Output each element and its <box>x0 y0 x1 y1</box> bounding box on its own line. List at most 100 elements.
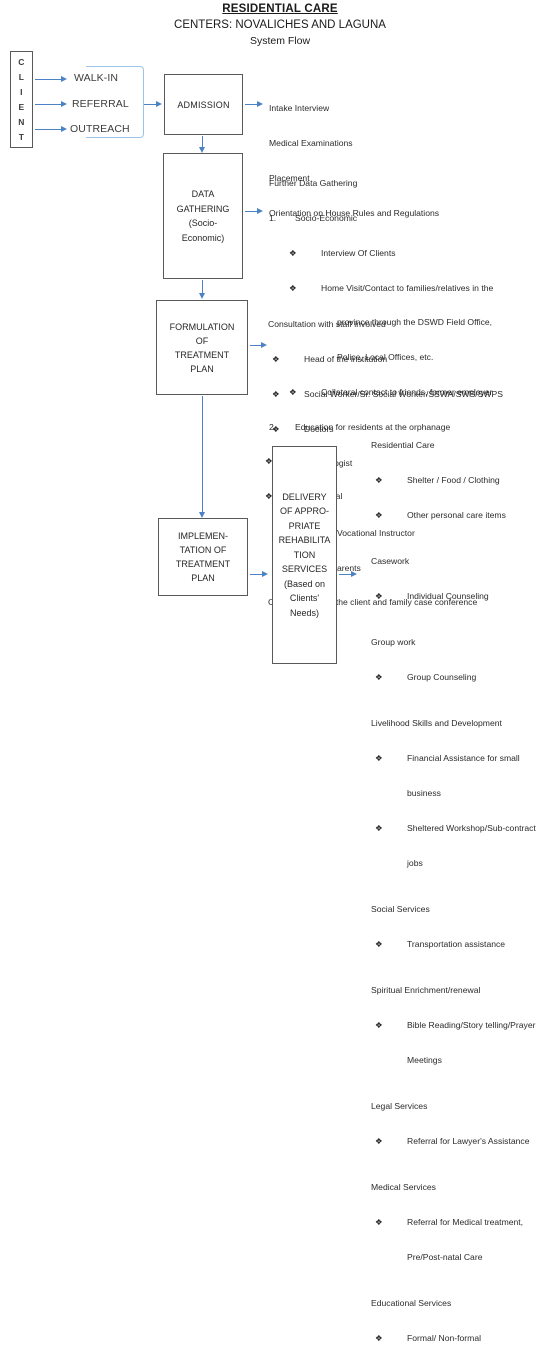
arrow-client-to-referral <box>35 104 62 106</box>
arrow-admission-to-details-head <box>257 101 263 107</box>
page-caption: System Flow <box>249 35 311 47</box>
arrow-delivery-to-details-head <box>351 571 357 577</box>
service-heading-livelihood: Livelihood Skills and Development <box>371 718 502 729</box>
formulation-bullet-3-text: Doctors <box>304 423 334 434</box>
service-casework-item-1-text: Individual Counseling <box>407 590 489 601</box>
diamond-bullet-icon: ❖ <box>289 282 297 293</box>
diamond-bullet-icon: ❖ <box>375 474 383 485</box>
service-casework-item-1: ❖ Individual Counseling <box>371 591 560 603</box>
service-groupwork-item-1: ❖ Group Counseling <box>371 672 560 684</box>
arrow-formulation-to-implementation <box>202 396 204 514</box>
diamond-bullet-icon: ❖ <box>272 388 280 399</box>
diamond-bullet-icon: ❖ <box>289 247 297 258</box>
data-sub-2-text: Home Visit/Contact to families/relatives… <box>321 282 494 293</box>
arrow-formulation-to-details-head <box>261 342 267 348</box>
service-social-item-1: ❖ Transportation assistance <box>371 939 560 951</box>
process-box-data-gathering: DATA GATHERING (Socio- Economic) <box>163 153 243 279</box>
client-box: C L I E N T <box>10 51 33 148</box>
page-title: RESIDENTIAL CARE <box>222 3 338 15</box>
service-livelihood-item-2: ❖ Sheltered Workshop/Sub-contract <box>371 823 560 835</box>
data-gathering-label: DATA GATHERING (Socio- Economic) <box>176 189 230 243</box>
page-subtitle: CENTERS: NOVALICHES AND LAGUNA <box>174 19 386 31</box>
services-detail-text: Residential Care ❖ Shelter / Food / Cloth… <box>371 417 560 1368</box>
process-box-admission: ADMISSION <box>164 74 243 135</box>
service-livelihood-item-1-text: Financial Assistance for small <box>407 753 520 764</box>
service-residential-item-1: ❖ Shelter / Food / Clothing <box>371 475 560 487</box>
diamond-bullet-icon: ❖ <box>375 1216 383 1227</box>
client-letter-l: L <box>18 72 25 82</box>
service-residential-item-2: ❖ Other personal care items <box>371 510 560 522</box>
service-livelihood-item-2-cont: jobs <box>407 857 423 868</box>
data-detail-sub-1: ❖ Interview Of Clients <box>269 248 560 260</box>
service-heading-social: Social Services <box>371 903 430 914</box>
service-medical-item-1-cont: Pre/Post-natal Care <box>407 1251 483 1262</box>
diamond-bullet-icon: ❖ <box>272 423 280 434</box>
diamond-bullet-icon: ❖ <box>375 672 383 683</box>
process-box-delivery: DELIVERY OF APPRO- PRIATE REHABILITA TIO… <box>272 446 337 664</box>
process-box-formulation: FORMULATION OF TREATMENT PLAN <box>156 300 248 395</box>
diamond-bullet-icon: ❖ <box>375 753 383 764</box>
diamond-bullet-icon: ❖ <box>272 353 280 364</box>
service-legal-item-1: ❖ Referral for Lawyer's Assistance <box>371 1136 560 1148</box>
service-groupwork-item-1-text: Group Counseling <box>407 672 477 683</box>
service-residential-item-1-text: Shelter / Food / Clothing <box>407 474 500 485</box>
arrow-data-to-details-head <box>257 208 263 214</box>
arrow-intake-to-admission-head <box>156 101 162 107</box>
arrow-client-to-outreach <box>35 129 62 131</box>
implementation-label: IMPLEMEN- TATION OF TREATMENT PLAN <box>175 531 231 583</box>
client-letter-e: E <box>18 102 25 112</box>
service-medical-item-1-text: Referral for Medical treatment, <box>407 1216 524 1227</box>
service-spiritual-item-1: ❖ Bible Reading/Story telling/Prayer <box>371 1020 560 1032</box>
formulation-bullet-2: ❖ Social Worker/Sr. Social Worker/SSWA/SW… <box>268 389 560 401</box>
arrow-client-to-walkin-head <box>61 76 67 82</box>
arrow-client-to-referral-head <box>61 101 67 107</box>
client-letter-t: T <box>18 132 25 142</box>
arrow-client-to-outreach-head <box>61 126 67 132</box>
formulation-heading: Consultation with staff involved <box>268 319 386 330</box>
arrow-data-to-formulation-head <box>199 293 205 299</box>
admission-detail-1: Intake Interview <box>269 103 330 114</box>
delivery-label: DELIVERY OF APPRO- PRIATE REHABILITA TIO… <box>278 491 331 618</box>
client-letter-n: N <box>18 117 25 127</box>
service-livelihood-item-1-cont: business <box>407 788 441 798</box>
service-educational-item-1: ❖ Formal/ Non-formal <box>371 1333 560 1345</box>
service-livelihood-item-2-text: Sheltered Workshop/Sub-contract <box>407 822 536 833</box>
client-letter-i: I <box>20 87 23 97</box>
service-heading-legal: Legal Services <box>371 1101 428 1112</box>
arrow-implementation-to-delivery-head <box>262 571 268 577</box>
service-residential-item-2-text: Other personal care items <box>407 509 506 520</box>
data-detail-heading: Further Data Gathering <box>269 178 358 189</box>
data-item-1-text: Socio-Economic <box>295 212 358 223</box>
diamond-bullet-icon: ❖ <box>375 590 383 601</box>
service-heading-educational: Educational Services <box>371 1298 452 1309</box>
diamond-bullet-icon: ❖ <box>375 938 383 949</box>
page-title-block: RESIDENTIAL CARE CENTERS: NOVALICHES AND… <box>0 2 560 49</box>
formulation-bullet-1-text: Head of the institution <box>304 353 388 364</box>
data-detail-sub-2: ❖ Home Visit/Contact to families/relative… <box>269 283 560 295</box>
formulation-bullet-2-text: Social Worker/Sr. Social Worker/SSWA/SWS… <box>304 388 503 399</box>
service-social-item-1-text: Transportation assistance <box>407 938 506 949</box>
arrow-data-to-formulation <box>202 280 204 294</box>
arrow-client-to-walkin <box>35 79 62 81</box>
intake-group-bracket <box>86 66 144 138</box>
flowchart-canvas: RESIDENTIAL CARE CENTERS: NOVALICHES AND… <box>0 0 560 1343</box>
admission-label: ADMISSION <box>177 99 230 110</box>
data-detail-item-1: 1. Socio-Economic <box>269 213 560 225</box>
service-livelihood-item-1: ❖ Financial Assistance for small <box>371 753 560 765</box>
diamond-bullet-icon: ❖ <box>375 1135 383 1146</box>
service-heading-medical: Medical Services <box>371 1182 436 1193</box>
process-box-implementation: IMPLEMEN- TATION OF TREATMENT PLAN <box>158 518 248 596</box>
diamond-bullet-icon: ❖ <box>375 1019 383 1030</box>
service-heading-residential: Residential Care <box>371 440 435 451</box>
service-heading-casework: Casework <box>371 556 410 567</box>
service-legal-item-1-text: Referral for Lawyer's Assistance <box>407 1135 530 1146</box>
data-item-1-number: 1. <box>269 212 277 223</box>
formulation-label: FORMULATION OF TREATMENT PLAN <box>169 321 235 374</box>
diamond-bullet-icon: ❖ <box>375 1332 383 1343</box>
service-heading-groupwork: Group work <box>371 637 416 648</box>
admission-detail-2: Medical Examinations <box>269 137 353 148</box>
service-heading-spiritual: Spiritual Enrichment/renewal <box>371 985 481 996</box>
service-educational-item-1-text: Formal/ Non-formal <box>407 1332 482 1343</box>
service-spiritual-item-1-cont: Meetings <box>407 1054 442 1065</box>
formulation-bullet-1: ❖ Head of the institution <box>268 354 560 366</box>
